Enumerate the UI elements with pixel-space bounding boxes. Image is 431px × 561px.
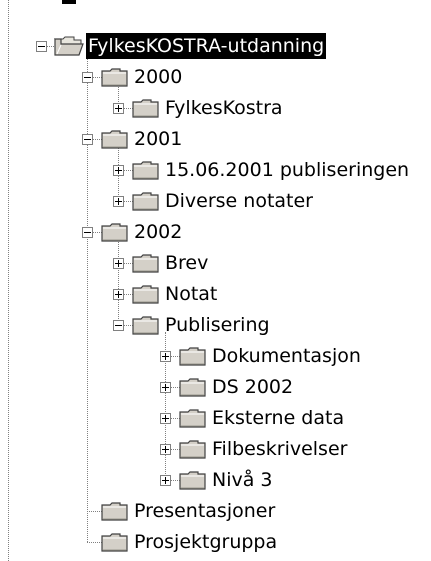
folder-icon [178, 345, 208, 367]
tree-node-label[interactable]: 2000 [132, 64, 184, 90]
folder-icon [131, 314, 161, 336]
tree-node-label[interactable]: FylkesKostra [163, 95, 285, 121]
tree-node-label[interactable]: 2001 [132, 126, 184, 152]
folder-icon [100, 531, 130, 553]
folder-icon [131, 252, 161, 274]
tree-node-label[interactable]: DS 2002 [210, 374, 295, 400]
plus-box-icon[interactable] [113, 103, 124, 114]
plus-box-icon[interactable] [113, 289, 124, 300]
tree-node-label[interactable]: Dokumentasjon [210, 343, 363, 369]
tree-node-label[interactable]: Publisering [163, 312, 272, 338]
tree-node-label[interactable]: 2002 [132, 219, 184, 245]
minus-box-icon[interactable] [113, 320, 124, 331]
scroll-edge-mark [62, 0, 76, 4]
minus-box-icon[interactable] [82, 227, 93, 238]
plus-box-icon[interactable] [113, 165, 124, 176]
tree-node-item[interactable] [0, 62, 431, 93]
tree-node-label[interactable]: Eksterne data [210, 405, 346, 431]
tree-node-label[interactable]: Filbeskrivelser [210, 436, 349, 462]
folder-icon [100, 128, 130, 150]
plus-box-icon[interactable] [160, 475, 171, 486]
minus-box-icon[interactable] [82, 134, 93, 145]
folder-open-icon [53, 35, 84, 57]
tree-node-item[interactable] [0, 248, 431, 279]
tree-node-label[interactable]: Prosjektgruppa [132, 529, 279, 555]
folder-icon [178, 376, 208, 398]
plus-box-icon[interactable] [160, 444, 171, 455]
tree-node-label[interactable]: Brev [163, 250, 210, 276]
folder-icon [100, 500, 130, 522]
tree-node-label[interactable]: FylkesKOSTRA-utdanning [86, 33, 327, 59]
plus-box-icon[interactable] [160, 382, 171, 393]
folder-tree: FylkesKOSTRA-utdanning 2000 FylkesKostra 20… [0, 0, 431, 561]
minus-box-icon[interactable] [82, 72, 93, 83]
tree-node-label[interactable]: Diverse notater [163, 188, 315, 214]
plus-box-icon[interactable] [113, 258, 124, 269]
folder-icon [100, 221, 130, 243]
folder-icon [178, 407, 208, 429]
folder-icon [131, 97, 161, 119]
folder-icon [178, 438, 208, 460]
minus-box-icon[interactable] [36, 41, 47, 52]
tree-node-label[interactable]: Nivå 3 [210, 467, 275, 493]
plus-box-icon[interactable] [160, 351, 171, 362]
folder-icon [178, 469, 208, 491]
tree-node-item[interactable] [0, 124, 431, 155]
folder-icon [131, 190, 161, 212]
tree-node-label[interactable]: Presentasjoner [132, 498, 277, 524]
tree-node-label[interactable]: 15.06.2001 publiseringen [163, 157, 411, 183]
folder-icon [131, 159, 161, 181]
tree-node-item[interactable] [0, 217, 431, 248]
tree-node-label[interactable]: Notat [163, 281, 219, 307]
folder-icon [100, 66, 130, 88]
plus-box-icon[interactable] [113, 196, 124, 207]
plus-box-icon[interactable] [160, 413, 171, 424]
folder-icon [131, 283, 161, 305]
